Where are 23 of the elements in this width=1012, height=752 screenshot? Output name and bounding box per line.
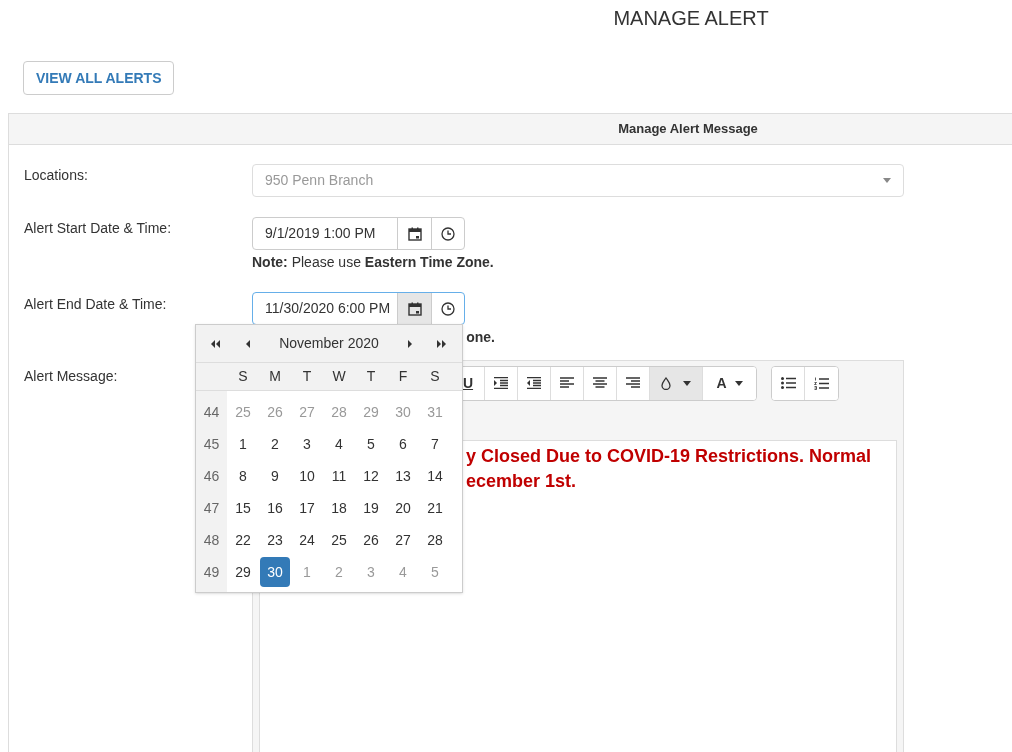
weekday-label: T: [365, 367, 377, 386]
weekday-label: S: [429, 367, 441, 386]
week-number: 46: [202, 466, 221, 486]
week-number: 48: [202, 530, 221, 550]
weekday-label: F: [397, 367, 409, 386]
message-text: ecember 1st.: [466, 470, 578, 493]
weekday-label: S: [237, 367, 249, 386]
time-zone-note: Note: Please use Eastern Time Zone.: [252, 253, 494, 272]
field-label: Alert End Date & Time:: [24, 295, 167, 312]
field-label: Locations:: [24, 166, 89, 185]
weekday-label: M: [268, 367, 282, 386]
message-text: y Closed Due to COVID-19 Restrictions. Normal: [466, 445, 873, 468]
week-number: 45: [202, 434, 221, 454]
weekday-label: W: [331, 367, 347, 386]
weekday-label: T: [301, 367, 313, 386]
time-zone-note: one.: [466, 328, 495, 347]
field-label: Alert Message:: [24, 368, 118, 384]
week-number: 47: [202, 498, 221, 518]
week-number: 49: [202, 562, 221, 582]
field-label: Alert Start Date & Time:: [24, 219, 173, 238]
week-number: 44: [202, 402, 221, 422]
page-title: MANAGE ALERT: [613, 6, 769, 31]
panel-title: Manage Alert Message: [618, 120, 758, 139]
